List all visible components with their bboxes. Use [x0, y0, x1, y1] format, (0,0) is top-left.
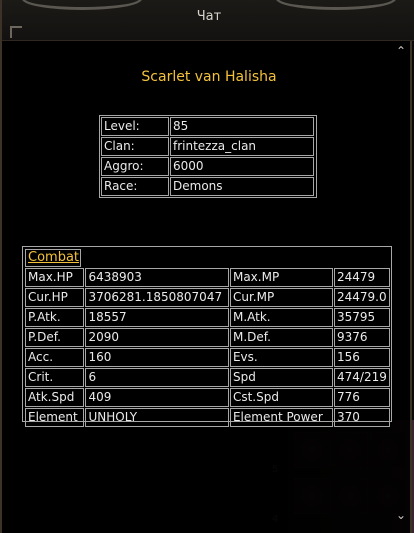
window-titlebar[interactable]: Чат: [2, 0, 414, 41]
combat-panel: Combat Max.HP 6438903 Max.MP 24479 Cur.H…: [22, 246, 392, 427]
stat-value: 3706281.1850807047: [85, 288, 229, 307]
info-value: Demons: [170, 177, 314, 196]
stat-value: 35795: [334, 308, 390, 327]
stat-label: Spd: [229, 368, 333, 387]
stat-value: 6438903: [85, 268, 229, 287]
info-label: Level:: [101, 117, 169, 136]
stat-value: 9376: [334, 328, 390, 347]
stat-label: Crit.: [25, 368, 85, 387]
info-value: 85: [170, 117, 314, 136]
table-row: Cur.HP 3706281.1850807047 Cur.MP 24479.0: [25, 288, 390, 307]
resize-grip-icon[interactable]: [10, 26, 22, 38]
table-row: P.Atk. 18557 M.Atk. 35795: [25, 308, 390, 327]
stat-value: 474/219: [334, 368, 390, 387]
stat-label: Acc.: [25, 348, 85, 367]
info-row: Race: Demons: [101, 177, 314, 196]
stat-value: 18557: [85, 308, 229, 327]
stat-label: Evs.: [229, 348, 333, 367]
stat-label: Element: [25, 408, 85, 427]
table-row: P.Def. 2090 M.Def. 9376: [25, 328, 390, 347]
stat-label: Cur.HP: [25, 288, 85, 307]
stat-label: Element Power: [229, 408, 333, 427]
stat-label: Cur.MP: [229, 288, 333, 307]
stat-value: UNHOLY: [85, 408, 229, 427]
stat-value: 6: [85, 368, 229, 387]
stat-label: M.Def.: [229, 328, 333, 347]
stat-value: 2090: [85, 328, 229, 347]
info-label: Race:: [101, 177, 169, 196]
stat-value: 409: [85, 388, 229, 407]
table-row: Acc. 160 Evs. 156: [25, 348, 390, 367]
table-row: Max.HP 6438903 Max.MP 24479: [25, 268, 390, 287]
character-name: Scarlet van Halisha: [141, 69, 277, 85]
stat-label: Cst.Spd: [229, 388, 333, 407]
info-row: Aggro: 6000: [101, 157, 314, 176]
combat-table: Max.HP 6438903 Max.MP 24479 Cur.HP 37062…: [24, 267, 391, 428]
table-row: Element UNHOLY Element Power 370: [25, 408, 390, 427]
stat-label: M.Atk.: [229, 308, 333, 327]
info-value: 6000: [170, 157, 314, 176]
stat-value: 160: [85, 348, 229, 367]
info-value: frintezza_clan: [170, 137, 314, 156]
stat-label: P.Def.: [25, 328, 85, 347]
target-info-window: Чат ⌃ ⌄ Scarlet van Halisha Level: 85 Cl…: [0, 0, 414, 533]
stat-value: 24479.0: [334, 288, 390, 307]
stat-value: 24479: [334, 268, 390, 287]
stat-label: P.Atk.: [25, 308, 85, 327]
stat-value: 370: [334, 408, 390, 427]
scroll-up-icon[interactable]: ⌃: [394, 44, 408, 58]
combat-header: Combat: [25, 249, 81, 267]
stat-value: 156: [334, 348, 390, 367]
table-row: Crit. 6 Spd 474/219: [25, 368, 390, 387]
info-row: Level: 85: [101, 117, 314, 136]
stat-label: Max.MP: [229, 268, 333, 287]
stat-label: Atk.Spd: [25, 388, 85, 407]
stat-value: 776: [334, 388, 390, 407]
scroll-down-icon[interactable]: ⌄: [394, 508, 408, 522]
info-label: Clan:: [101, 137, 169, 156]
info-row: Clan: frintezza_clan: [101, 137, 314, 156]
table-row: Atk.Spd 409 Cst.Spd 776: [25, 388, 390, 407]
stat-label: Max.HP: [25, 268, 85, 287]
info-label: Aggro:: [101, 157, 169, 176]
window-title: Чат: [196, 9, 222, 24]
info-table: Level: 85 Clan: frintezza_clan Aggro: 60…: [99, 115, 317, 198]
